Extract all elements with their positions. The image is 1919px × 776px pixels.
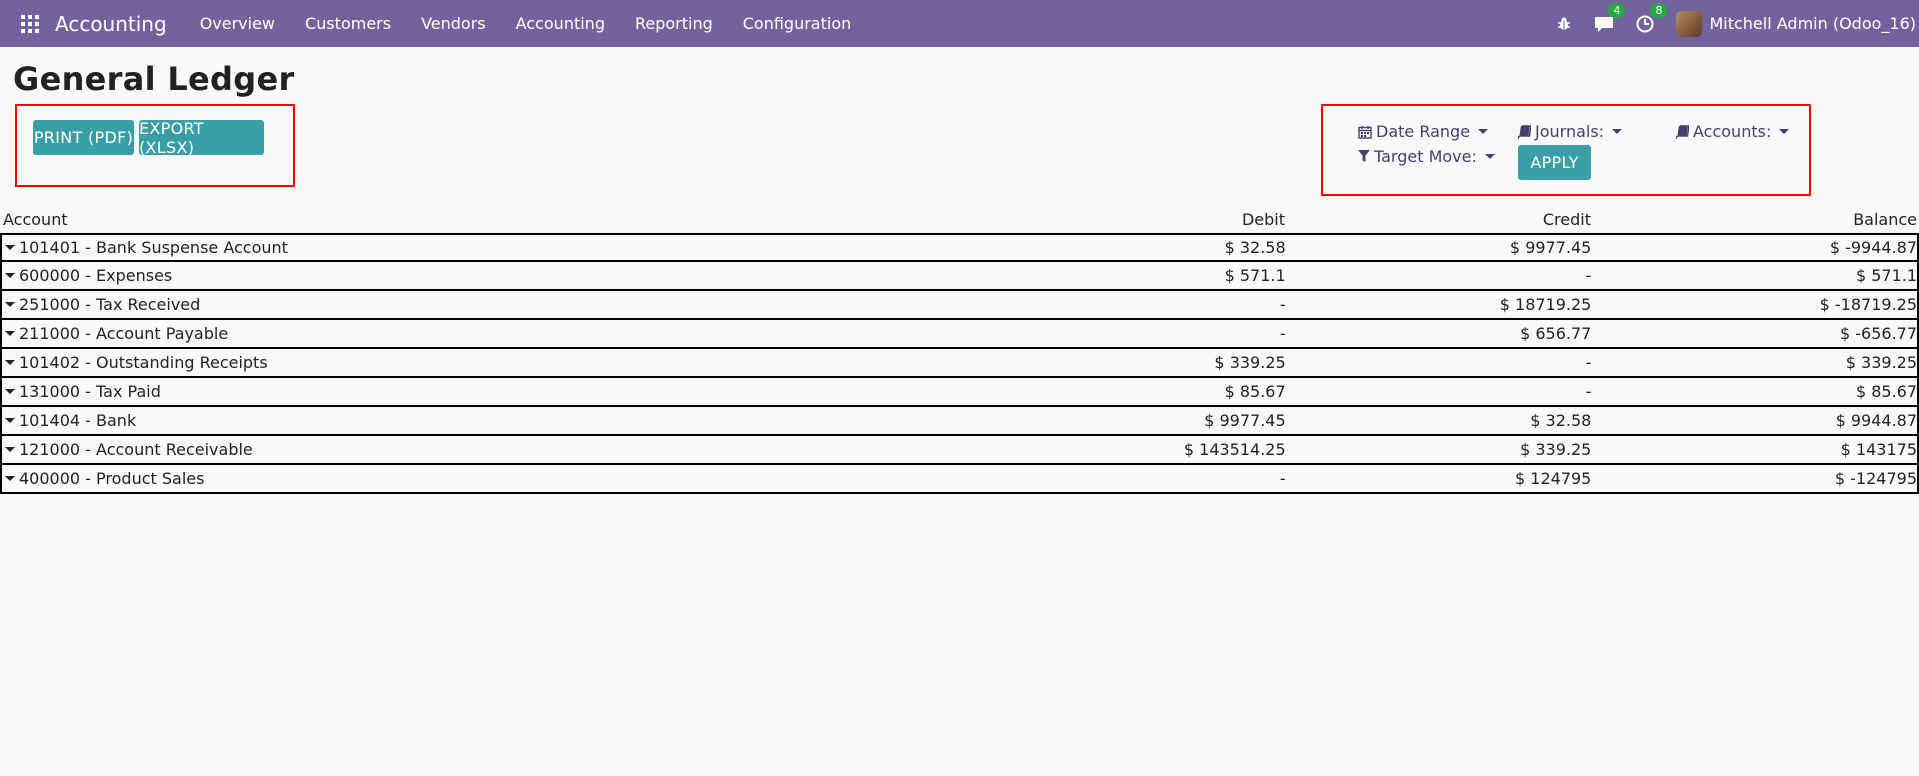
credit-cell: $ 124795 (1515, 469, 1592, 488)
debit-cell: $ 9977.45 (1204, 411, 1286, 430)
table-row[interactable]: 131000 - Tax Paid $ 85.67 - $ 85.67 (0, 378, 1919, 407)
expand-caret-icon[interactable] (5, 331, 15, 336)
export-xlsx-button[interactable]: EXPORT (XLSX) (139, 119, 264, 157)
table-row[interactable]: 101404 - Bank $ 9977.45 $ 32.58 $ 9944.8… (0, 407, 1919, 436)
account-name: 600000 - Expenses (19, 266, 173, 285)
debit-cell: $ 85.67 (1224, 382, 1286, 401)
target-move-label: Target Move: (1374, 147, 1477, 166)
filter-funnel-icon (1358, 150, 1370, 162)
table-header: Account Debit Credit Balance (0, 206, 1919, 233)
account-name: 101401 - Bank Suspense Account (19, 238, 288, 257)
chevron-down-icon (1779, 129, 1790, 134)
expand-caret-icon[interactable] (5, 273, 15, 278)
table-row[interactable]: 101401 - Bank Suspense Account $ 32.58 $… (0, 233, 1919, 262)
activities-clock-icon[interactable]: 8 (1636, 2, 1668, 33)
table-row[interactable]: 211000 - Account Payable - $ 656.77 $ -6… (0, 320, 1919, 349)
credit-cell: $ 32.58 (1530, 411, 1592, 430)
account-name: 101402 - Outstanding Receipts (19, 353, 268, 372)
accounts-label: Accounts: (1693, 122, 1772, 141)
table-row[interactable]: 101402 - Outstanding Receipts $ 339.25 -… (0, 349, 1919, 378)
balance-cell: $ 9944.87 (1835, 411, 1918, 430)
table-row[interactable]: 121000 - Account Receivable $ 143514.25 … (0, 436, 1919, 465)
debit-cell: $ 339.25 (1214, 353, 1286, 372)
expand-caret-icon[interactable] (5, 360, 15, 365)
apply-button[interactable]: APPLY (1518, 145, 1591, 180)
account-name: 211000 - Account Payable (19, 324, 229, 343)
debit-cell: $ 571.1 (1224, 266, 1286, 285)
expand-caret-icon[interactable] (5, 245, 15, 250)
credit-cell: - (1585, 353, 1592, 372)
credit-cell: - (1585, 266, 1592, 285)
balance-cell: $ 339.25 (1845, 353, 1918, 372)
ledger-table: Account Debit Credit Balance 101401 - Ba… (0, 206, 1919, 494)
balance-cell: $ 143175 (1840, 440, 1918, 459)
apps-menu-icon[interactable] (21, 14, 39, 33)
chevron-down-icon (1612, 129, 1623, 134)
account-name: 251000 - Tax Received (19, 295, 201, 314)
balance-cell: $ 85.67 (1855, 382, 1918, 401)
balance-cell: $ -656.77 (1839, 324, 1918, 343)
target-move-filter[interactable]: Target Move: (1358, 147, 1495, 166)
expand-caret-icon[interactable] (5, 418, 15, 423)
account-name: 101404 - Bank (19, 411, 137, 430)
credit-cell: $ 9977.45 (1509, 238, 1592, 257)
book-icon (1676, 124, 1689, 139)
header-account: Account (3, 210, 68, 229)
credit-cell: $ 339.25 (1520, 440, 1592, 459)
balance-cell: $ -124795 (1834, 469, 1918, 488)
book-icon (1518, 124, 1531, 139)
table-row[interactable]: 600000 - Expenses $ 571.1 - $ 571.1 (0, 262, 1919, 291)
avatar[interactable] (1676, 10, 1703, 37)
user-menu[interactable]: Mitchell Admin (Odoo_16) (1709, 14, 1916, 33)
top-navbar: Accounting Overview Customers Vendors Ac… (0, 0, 1919, 47)
debit-cell: - (1279, 324, 1286, 343)
menu-configuration[interactable]: Configuration (743, 14, 852, 33)
messages-chat-icon[interactable]: 4 (1594, 2, 1626, 33)
balance-cell: $ -18719.25 (1819, 295, 1918, 314)
page-title: General Ledger (13, 60, 295, 98)
credit-cell: $ 656.77 (1520, 324, 1592, 343)
expand-caret-icon[interactable] (5, 447, 15, 452)
debit-cell: - (1279, 295, 1286, 314)
menu-vendors[interactable]: Vendors (421, 14, 486, 33)
credit-cell: - (1585, 382, 1592, 401)
account-name: 131000 - Tax Paid (19, 382, 161, 401)
table-body: 101401 - Bank Suspense Account $ 32.58 $… (0, 233, 1919, 494)
expand-caret-icon[interactable] (5, 476, 15, 481)
account-name: 121000 - Account Receivable (19, 440, 253, 459)
calendar-icon (1358, 125, 1372, 139)
app-brand[interactable]: Accounting (55, 12, 167, 36)
debit-cell: $ 143514.25 (1183, 440, 1286, 459)
debit-cell: - (1279, 469, 1286, 488)
table-row[interactable]: 400000 - Product Sales - $ 124795 $ -124… (0, 465, 1919, 494)
activities-badge: 8 (1650, 2, 1668, 18)
print-pdf-button[interactable]: PRINT (PDF) (33, 120, 134, 155)
chevron-down-icon (1484, 154, 1495, 159)
debug-bug-icon[interactable] (1556, 16, 1572, 32)
menu-overview[interactable]: Overview (200, 14, 275, 33)
menu-reporting[interactable]: Reporting (635, 14, 713, 33)
chevron-down-icon (1478, 129, 1489, 134)
account-name: 400000 - Product Sales (19, 469, 205, 488)
date-range-filter[interactable]: Date Range (1358, 122, 1489, 141)
balance-cell: $ 571.1 (1855, 266, 1918, 285)
header-credit: Credit (1542, 210, 1591, 229)
expand-caret-icon[interactable] (5, 302, 15, 307)
accounts-filter[interactable]: Accounts: (1676, 122, 1790, 141)
menu-accounting[interactable]: Accounting (516, 14, 605, 33)
menu-customers[interactable]: Customers (305, 14, 391, 33)
date-range-label: Date Range (1376, 122, 1471, 141)
debit-cell: $ 32.58 (1224, 238, 1286, 257)
credit-cell: $ 18719.25 (1499, 295, 1592, 314)
expand-caret-icon[interactable] (5, 389, 15, 394)
table-row[interactable]: 251000 - Tax Received - $ 18719.25 $ -18… (0, 291, 1919, 320)
journals-filter[interactable]: Journals: (1518, 122, 1623, 141)
messages-badge: 4 (1608, 2, 1626, 18)
balance-cell: $ -9944.87 (1829, 238, 1918, 257)
header-balance: Balance (1853, 210, 1917, 229)
journals-label: Journals: (1535, 122, 1605, 141)
header-debit: Debit (1241, 210, 1285, 229)
